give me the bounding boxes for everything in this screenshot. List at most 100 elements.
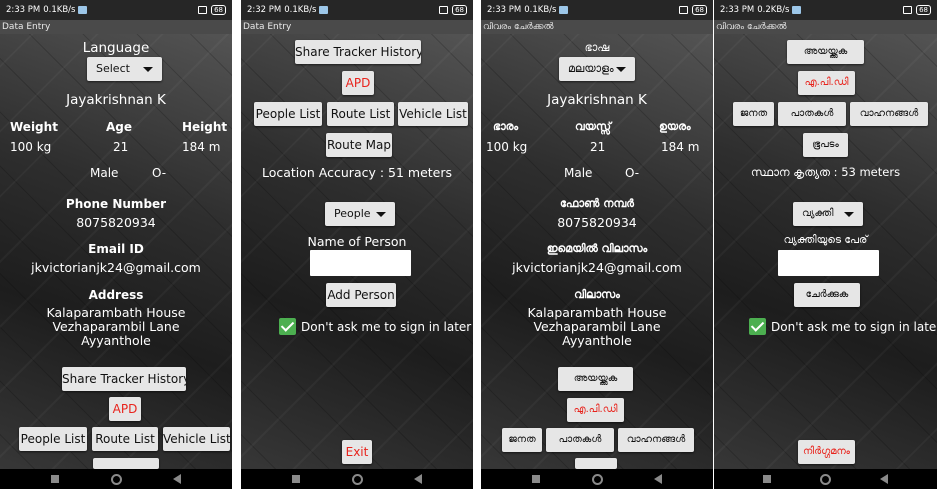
route-map-button[interactable]: ഭൂപടം xyxy=(803,133,848,157)
android-nav-bar xyxy=(481,469,713,489)
phone-value: 8075820934 xyxy=(557,215,637,230)
dont-ask-sign-in-row[interactable]: Don't ask me to sign in later xyxy=(279,318,471,335)
app-title: Data Entry xyxy=(241,20,473,34)
language-select[interactable]: മലയാളം xyxy=(559,57,635,81)
apd-button[interactable]: എ.പി.ഡി xyxy=(567,398,624,422)
people-list-button[interactable]: People List xyxy=(19,427,87,451)
people-list-button[interactable]: ജനത xyxy=(733,102,774,126)
add-person-button[interactable]: ചേർക്കുക xyxy=(794,283,860,307)
back-icon[interactable] xyxy=(413,474,422,484)
age-value: 21 xyxy=(590,140,606,154)
vehicle-list-button[interactable]: Vehicle List xyxy=(398,102,468,126)
home-icon[interactable] xyxy=(591,473,603,485)
address-value: Kalaparambath House Vezhaparambil Lane A… xyxy=(0,306,232,348)
home-icon[interactable] xyxy=(351,473,363,485)
person-name-label: വ്യക്തിയുടെ പേര് xyxy=(783,234,868,246)
signal-icon xyxy=(439,6,449,14)
signal-icon xyxy=(198,6,208,14)
back-icon[interactable] xyxy=(880,474,888,484)
android-nav-bar xyxy=(714,469,937,489)
height-label: ഉയരം xyxy=(659,120,691,133)
apd-button[interactable]: APD xyxy=(342,71,374,95)
people-list-button[interactable]: People List xyxy=(254,102,322,126)
status-time: 2:32 PM xyxy=(247,5,282,15)
status-time: 2:33 PM xyxy=(6,5,41,15)
status-bar: 2:33 PM 0.2KB/s 68 xyxy=(714,0,937,20)
checkbox-checked-icon[interactable] xyxy=(749,318,766,335)
address-label: Address xyxy=(88,288,144,302)
screen-english-profile: 2:33 PM 0.1KB/s 68 Data Entry Language S… xyxy=(0,0,232,489)
language-label: Language xyxy=(82,40,150,56)
exit-button[interactable]: നിർഗ്ഗമനം xyxy=(798,440,855,464)
share-tracker-history-button[interactable]: അയയ്ക്കുക xyxy=(787,40,864,64)
address-line-1: Kalaparambath House xyxy=(527,305,667,320)
status-time: 2:33 PM xyxy=(720,5,755,15)
home-icon[interactable] xyxy=(820,473,831,485)
chevron-down-icon xyxy=(616,67,626,72)
type-select[interactable]: People xyxy=(325,202,395,226)
phone-label: Phone Number xyxy=(65,197,167,211)
user-name: Jayakrishnan K xyxy=(547,92,647,108)
add-person-button[interactable]: Add Person xyxy=(326,283,396,307)
home-icon[interactable] xyxy=(110,473,122,485)
battery-icon: 68 xyxy=(211,5,226,15)
back-icon[interactable] xyxy=(172,474,181,484)
recent-apps-icon[interactable] xyxy=(51,475,60,483)
share-tracker-history-button[interactable]: Share Tracker History xyxy=(295,40,421,64)
route-map-button[interactable]: Route Map xyxy=(326,133,392,157)
screen-malayalam-profile: 2:33 PM 0.1KB/s 68 വിവരം ചേർക്കൽ ഭാഷ മലയ… xyxy=(481,0,713,489)
back-icon[interactable] xyxy=(653,474,662,484)
dont-ask-sign-in-label: Don't ask me to sign in later xyxy=(301,319,472,334)
recent-apps-icon[interactable] xyxy=(292,475,301,483)
android-nav-bar xyxy=(0,469,232,489)
address-line-1: Kalaparambath House xyxy=(46,305,186,320)
notification-icon xyxy=(319,6,329,14)
status-speed: 0.1KB/s xyxy=(284,5,317,15)
language-select[interactable]: Select xyxy=(87,57,162,81)
route-list-button[interactable]: പാതകൾ xyxy=(778,102,846,126)
status-bar: 2:33 PM 0.1KB/s 68 xyxy=(0,0,232,20)
app-title: വിവരം ചേർക്കൽ xyxy=(714,20,937,34)
address-line-2: Vezhaparambil Lane xyxy=(533,319,661,334)
type-select-value: വ്യക്തി xyxy=(802,208,834,219)
route-map-button-partial[interactable] xyxy=(575,458,617,469)
vehicle-list-button[interactable]: വാഹനങ്ങൾ xyxy=(618,428,694,452)
weight-label: ഭാരം xyxy=(493,120,519,133)
email-label: ഇമെയിൽ വിലാസം xyxy=(546,242,648,255)
person-name-input[interactable] xyxy=(778,250,879,276)
vehicle-list-button[interactable]: വാഹനങ്ങൾ xyxy=(850,102,928,126)
user-name: Jayakrishnan K xyxy=(66,92,166,108)
vehicle-list-button[interactable]: Vehicle List xyxy=(163,427,230,451)
app-title: Data Entry xyxy=(0,20,232,34)
checkbox-checked-icon[interactable] xyxy=(279,318,296,335)
people-list-button[interactable]: ജനത xyxy=(502,428,542,452)
route-map-button-partial[interactable] xyxy=(93,458,159,469)
exit-button[interactable]: Exit xyxy=(342,440,372,464)
route-list-button[interactable]: Route List xyxy=(92,427,158,451)
route-list-button[interactable]: Route List xyxy=(327,102,394,126)
dont-ask-sign-in-row[interactable]: Don't ask me to sign in later xyxy=(749,318,937,335)
weight-label: Weight xyxy=(10,120,58,134)
person-name-input[interactable] xyxy=(310,250,411,276)
type-select[interactable]: വ്യക്തി xyxy=(793,202,863,226)
email-label: Email ID xyxy=(88,242,144,256)
signal-icon xyxy=(903,6,913,14)
battery-icon: 68 xyxy=(916,5,931,15)
location-accuracy: സ്ഥാന കൃത്യത : 53 meters xyxy=(750,165,901,179)
status-time: 2:33 PM xyxy=(487,5,522,15)
status-bar: 2:32 PM 0.1KB/s 68 xyxy=(241,0,473,20)
age-label: Age xyxy=(106,120,133,134)
share-tracker-history-button[interactable]: Share Tracker History xyxy=(62,367,186,391)
gender-value: Male xyxy=(564,166,593,180)
recent-apps-icon[interactable] xyxy=(763,475,771,483)
type-select-value: People xyxy=(334,207,371,220)
notification-icon xyxy=(792,6,802,14)
route-list-button[interactable]: പാതകൾ xyxy=(546,428,614,452)
chevron-down-icon xyxy=(844,212,854,217)
apd-button[interactable]: എ.പി.ഡി xyxy=(798,71,855,95)
recent-apps-icon[interactable] xyxy=(532,475,541,483)
apd-button[interactable]: APD xyxy=(109,397,141,421)
share-tracker-history-button[interactable]: അയയ്ക്കുക xyxy=(558,367,633,391)
height-value: 184 m xyxy=(182,140,221,154)
status-speed: 0.2KB/s xyxy=(757,5,790,15)
